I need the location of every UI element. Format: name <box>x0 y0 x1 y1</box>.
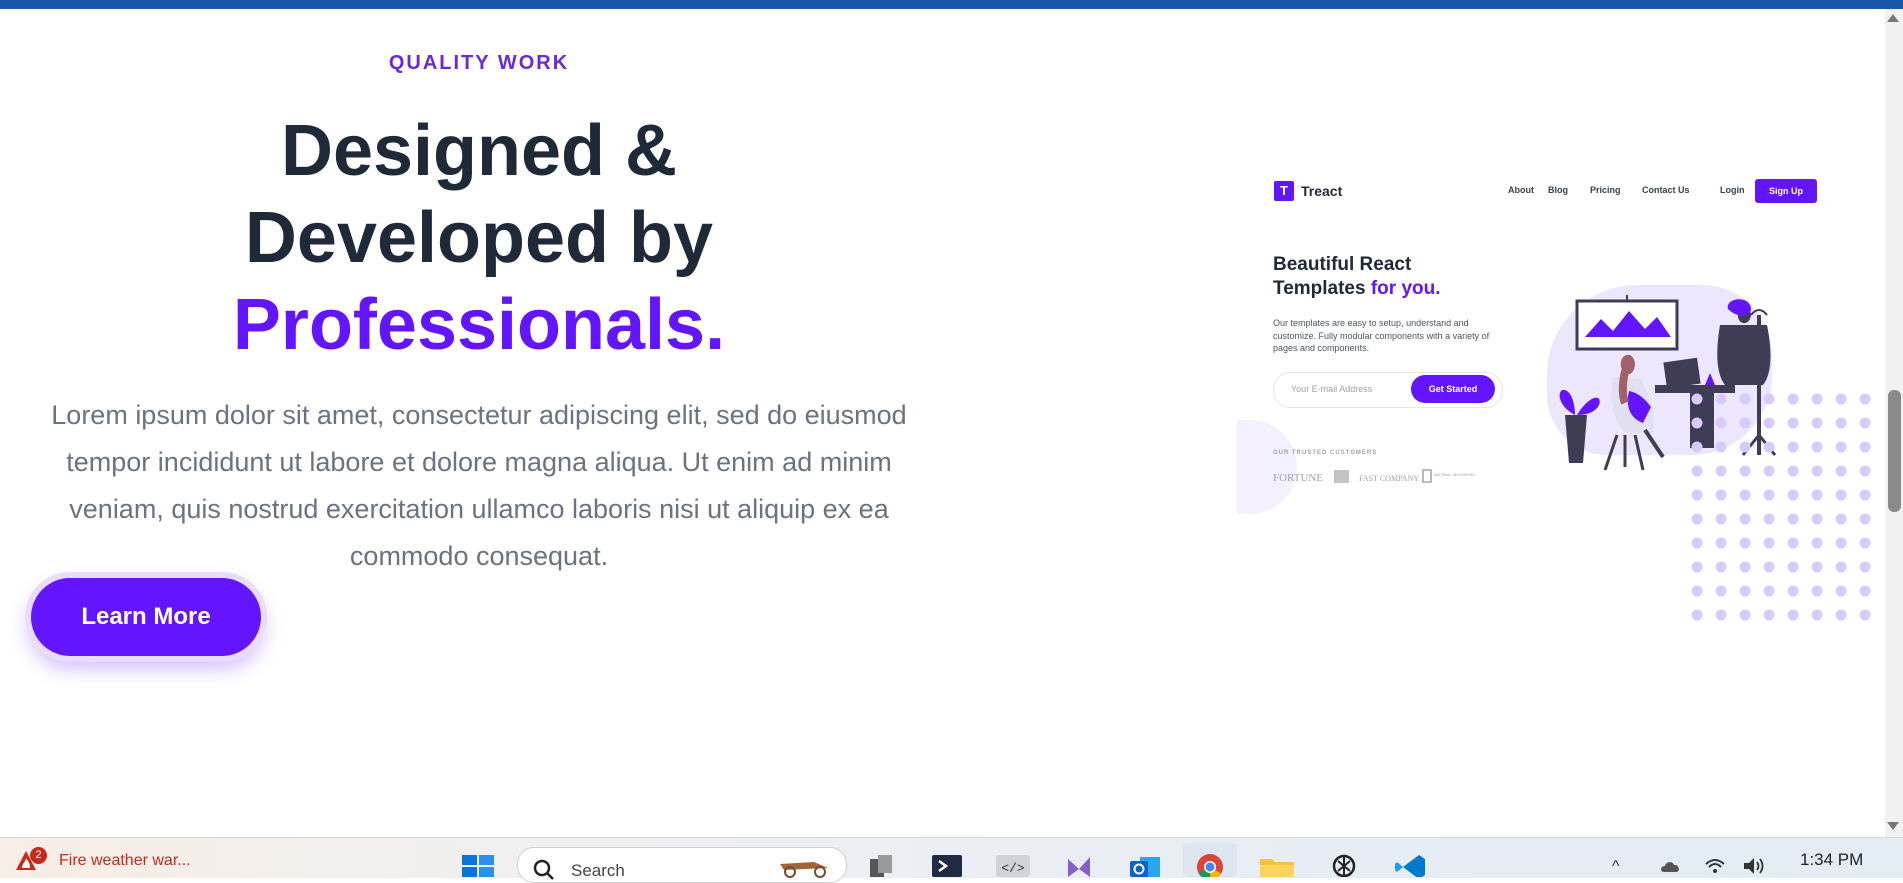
section-subheading: QUALITY WORK <box>388 52 570 74</box>
section-heading: Designed & Developed by Professionals. <box>0 108 958 369</box>
taskbar-search-placeholder: Search <box>571 861 625 880</box>
task-view-icon[interactable] <box>862 853 900 877</box>
treact-logo-icon: T <box>1274 181 1294 201</box>
vscode-icon[interactable] <box>1391 853 1429 877</box>
scrollbar-thumb[interactable] <box>1888 390 1901 512</box>
learn-more-button[interactable]: Learn More <box>31 578 261 656</box>
preview-nav-login: Login <box>1720 185 1745 195</box>
national-geographic-logo: NATIONAL GEOGRAPHIC <box>1434 473 1476 477</box>
template-preview-image: T Treact About Blog Pricing Contact Us L… <box>1237 165 1875 635</box>
search-icon <box>533 859 554 880</box>
scroll-up-icon[interactable] <box>1887 14 1899 22</box>
preview-text: Our templates are easy to setup, underst… <box>1273 318 1490 353</box>
national-geographic-mark <box>1422 469 1432 483</box>
preview-logo-text: Treact <box>1301 183 1343 199</box>
onedrive-icon[interactable] <box>1660 856 1682 876</box>
wifi-icon[interactable] <box>1704 856 1726 876</box>
show-hidden-icons[interactable]: ^ <box>1612 858 1620 876</box>
section-description: Lorem ipsum dolor sit amet, consectetur … <box>51 400 907 571</box>
volume-icon[interactable] <box>1742 856 1768 876</box>
chatgpt-icon[interactable] <box>1325 853 1363 877</box>
news-logo-mark <box>1334 470 1349 483</box>
fast-company-logo: FAST COMPANY <box>1359 474 1419 483</box>
preview-title-accent: for you. <box>1370 278 1441 299</box>
preview-nav-pricing: Pricing <box>1590 185 1621 195</box>
heading-accent: Professionals. <box>232 285 726 365</box>
outlook-icon[interactable] <box>1126 853 1164 877</box>
heading-line-2: Developed by <box>244 198 714 278</box>
preview-title: Beautiful React Templates for you. <box>1273 253 1441 301</box>
preview-title-line-2: Templates <box>1273 278 1366 299</box>
search-highlight-icon <box>780 862 828 878</box>
preview-email-placeholder: Your E-mail Address <box>1291 384 1373 394</box>
preview-get-started-button: Get Started <box>1411 375 1495 403</box>
browser-top-bar <box>0 0 1903 9</box>
scroll-down-icon[interactable] <box>1887 822 1899 830</box>
preview-nav-blog: Blog <box>1548 185 1568 195</box>
preview-trusted-label: OUR TRUSTED CUSTOMERS <box>1273 450 1378 456</box>
fortune-logo: FORTUNE <box>1273 472 1323 484</box>
file-explorer-icon[interactable] <box>1258 853 1296 877</box>
weather-widget-text[interactable]: Fire weather war... <box>59 852 191 870</box>
svg-text:</>: </> <box>1001 861 1025 876</box>
preview-signup-button: Sign Up <box>1755 179 1817 203</box>
preview-title-line-1: Beautiful React <box>1273 254 1412 275</box>
terminal-icon[interactable] <box>928 853 966 877</box>
preview-dot-pattern <box>1691 393 1871 633</box>
preview-nav-about: About <box>1508 185 1534 195</box>
dev-tools-icon[interactable]: </> <box>994 853 1032 877</box>
heading-line-1: Designed & <box>280 111 678 191</box>
chrome-icon[interactable] <box>1191 853 1229 877</box>
visual-studio-icon[interactable] <box>1060 853 1098 877</box>
notification-badge: 2 <box>30 847 47 864</box>
preview-nav-contact: Contact Us <box>1642 185 1690 195</box>
taskbar-clock[interactable]: 1:34 PM <box>1800 850 1863 870</box>
windows-start-icon[interactable] <box>460 853 496 877</box>
preview-customer-logos: FORTUNE FAST COMPANY NATIONAL GEOGRAPHIC <box>1273 469 1476 484</box>
